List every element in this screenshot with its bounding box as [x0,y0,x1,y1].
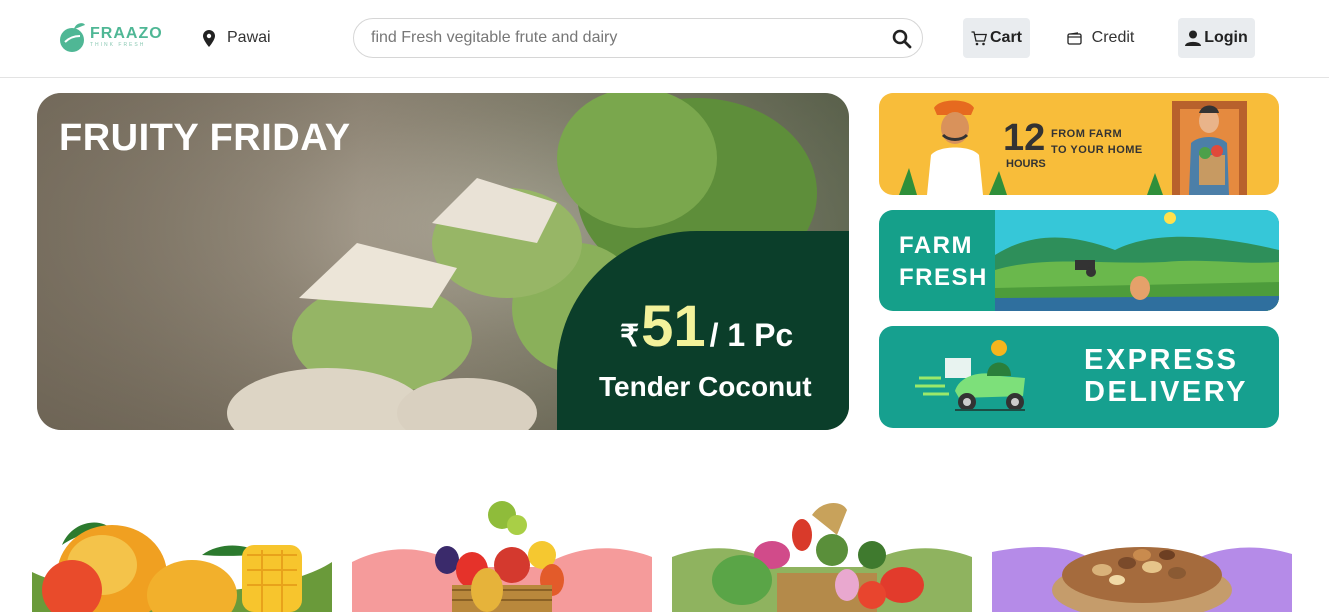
vegetable-basket-icon [712,503,924,612]
customer-illustration-icon [1147,101,1247,195]
dry-fruits-icon [1052,547,1232,612]
express-delivery-text: EXPRESS DELIVERY [1084,344,1248,408]
location-name: Pawai [227,29,271,46]
login-button[interactable]: Login [1178,18,1255,58]
leaf-logo-icon [60,23,85,52]
login-label: Login [1204,29,1248,46]
search-icon[interactable] [892,29,912,49]
category-card-dry-fruits[interactable] [992,495,1292,612]
delivery-time-banner[interactable]: 12 HOURS FROM FARM TO YOUR HOME [879,93,1279,195]
category-card-vegetables[interactable] [672,495,972,612]
delivery-scooter-icon [915,340,1025,411]
search-input[interactable] [371,29,871,47]
fruit-basket-icon [435,501,564,612]
brand-tagline: THINK FRESH [90,41,146,48]
credit-button[interactable]: Credit [1058,18,1143,58]
credit-label: Credit [1091,29,1135,46]
currency-symbol: ₹ [620,320,640,353]
farm-landscape-icon [995,210,1279,311]
hero-price: ₹ 51 / 1 Pc [620,293,793,360]
cart-button[interactable]: Cart [963,18,1030,58]
brand-name: FRAAZO [90,24,163,42]
express-delivery-banner[interactable]: EXPRESS DELIVERY [879,326,1279,428]
hero-title: FRUITY FRIDAY [59,117,351,159]
delivery-tagline-line1: FROM FARM [1051,128,1123,140]
hero-product-name: Tender Coconut [599,371,812,402]
hero-offer-banner[interactable]: FRUITY FRIDAY ₹ 51 / 1 Pc Tender Coconut [37,93,849,430]
category-card-mango[interactable] [32,495,332,612]
delivery-tagline-line2: TO YOUR HOME [1051,144,1143,156]
farm-fresh-line2: FRESH [899,264,988,291]
delivery-hours-unit: HOURS [1006,158,1046,170]
brand-logo[interactable]: FRAAZO THINK FRESH [58,20,163,54]
express-line2: DELIVERY [1084,376,1248,408]
price-unit: / 1 Pc [709,317,794,353]
category-card-fruits[interactable] [352,495,652,612]
cart-icon [971,30,987,45]
mango-icon [42,522,302,612]
farmer-illustration-icon [899,100,1007,195]
express-line1: EXPRESS [1084,344,1239,376]
delivery-hours-number: 12 [1003,117,1046,159]
location-selector[interactable]: Pawai [203,29,271,47]
user-icon [1185,30,1202,46]
farm-fresh-banner[interactable]: FARM FRESH [879,210,1279,311]
farm-fresh-text: FARM FRESH [899,230,988,294]
search-bar [353,18,923,58]
cart-label: Cart [989,29,1022,46]
wallet-icon [1067,31,1082,45]
farm-fresh-line1: FARM [899,232,973,259]
delivery-tagline: FROM FARM TO YOUR HOME [1051,126,1143,158]
top-navbar: FRAAZO THINK FRESH Pawai Cart Cred [0,0,1329,78]
map-pin-icon [203,29,215,47]
price-amount: 51 [641,294,706,359]
